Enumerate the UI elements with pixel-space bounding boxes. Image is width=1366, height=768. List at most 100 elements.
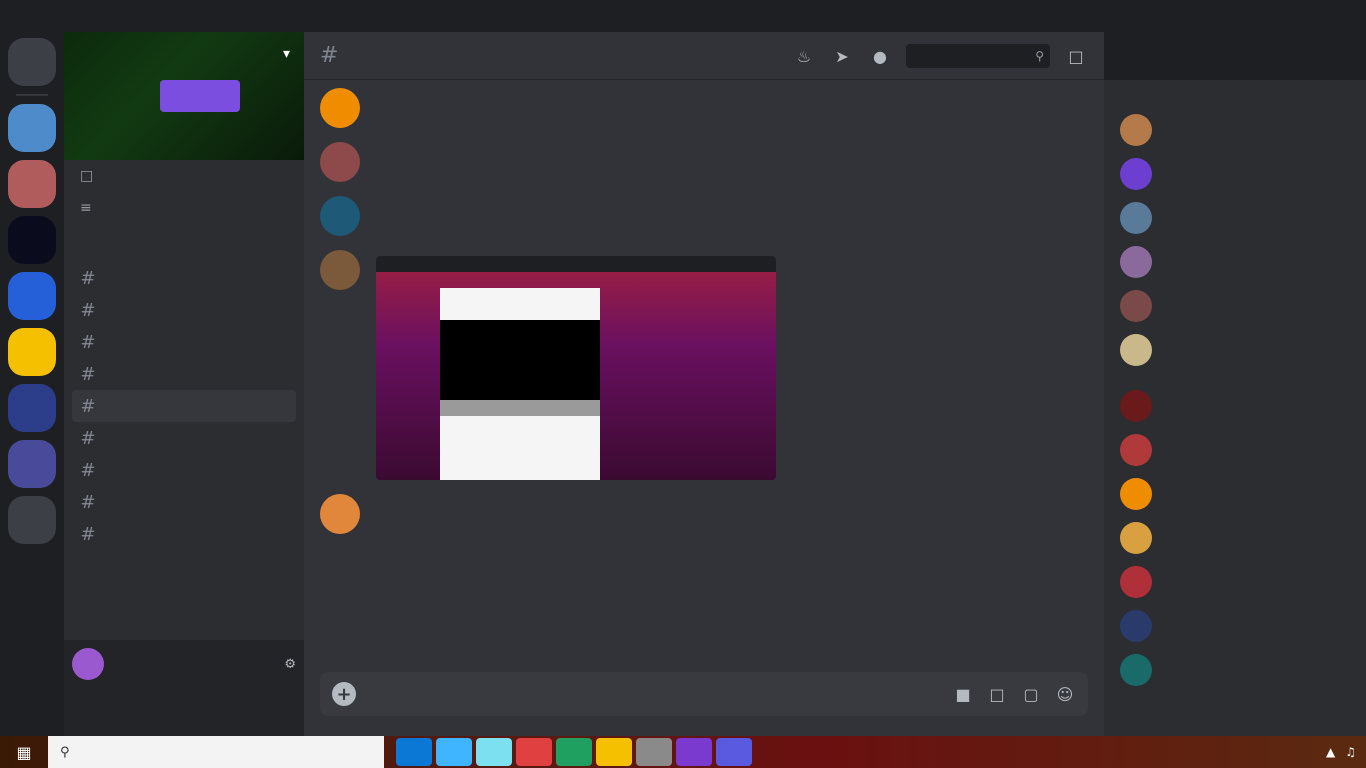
message[interactable] bbox=[320, 494, 1088, 534]
message[interactable] bbox=[320, 88, 1088, 128]
search-icon: ⚲ bbox=[1035, 49, 1044, 63]
member-avatar bbox=[1120, 202, 1152, 234]
channel-category[interactable] bbox=[64, 230, 304, 262]
member-item[interactable] bbox=[1112, 328, 1358, 372]
chevron-down-icon[interactable]: ▾ bbox=[283, 46, 290, 62]
sidebar-browse-link[interactable]: ≡ bbox=[64, 192, 304, 224]
channel-item-active[interactable]: # bbox=[72, 390, 296, 422]
member-item[interactable] bbox=[1112, 560, 1358, 604]
image-attachment[interactable] bbox=[376, 256, 776, 480]
channel-item[interactable]: # bbox=[72, 518, 296, 550]
author-avatar[interactable] bbox=[320, 494, 360, 534]
taskbar-app-icon[interactable] bbox=[476, 738, 512, 766]
server-icon[interactable] bbox=[8, 160, 56, 208]
message[interactable] bbox=[320, 196, 1088, 236]
server-icon[interactable] bbox=[8, 384, 56, 432]
member-item[interactable] bbox=[1112, 108, 1358, 152]
member-item[interactable] bbox=[1112, 284, 1358, 328]
taskbar-app-icon[interactable] bbox=[676, 738, 712, 766]
member-avatar bbox=[1120, 434, 1152, 466]
server-banner[interactable]: ▾ bbox=[64, 32, 304, 160]
start-button[interactable]: ▦ bbox=[0, 736, 48, 768]
taskbar-app-icon[interactable] bbox=[716, 738, 752, 766]
hash-icon: # bbox=[80, 331, 96, 353]
attachment-window bbox=[440, 288, 600, 480]
author-avatar[interactable] bbox=[320, 250, 360, 290]
title-bar bbox=[0, 0, 1366, 32]
user-row[interactable]: ⚙ bbox=[72, 648, 296, 680]
gif-icon[interactable]: □ bbox=[986, 683, 1008, 705]
member-item[interactable] bbox=[1112, 384, 1358, 428]
network-icon[interactable]: ▲ bbox=[1326, 745, 1335, 759]
volume-icon[interactable]: ♫ bbox=[1345, 745, 1356, 759]
member-avatar bbox=[1120, 522, 1152, 554]
taskbar-app-icon[interactable] bbox=[396, 738, 432, 766]
inbox-icon[interactable]: □ bbox=[1064, 44, 1088, 68]
member-avatar bbox=[1120, 334, 1152, 366]
hash-icon: # bbox=[80, 395, 96, 417]
system-tray: ▲ ♫ bbox=[1326, 745, 1366, 759]
server-icon[interactable] bbox=[8, 328, 56, 376]
user-avatar[interactable] bbox=[72, 648, 104, 680]
channel-item[interactable]: # bbox=[72, 486, 296, 518]
member-avatar bbox=[1120, 114, 1152, 146]
bell-icon[interactable]: ♨ bbox=[792, 44, 816, 68]
message[interactable] bbox=[320, 250, 1088, 480]
home-server-icon[interactable] bbox=[8, 38, 56, 86]
search-input[interactable]: ⚲ bbox=[906, 44, 1050, 68]
app-window: ▾ □ ≡ # # # # # # # # # ⚙ # ♨ ➤ ● ⚲ □ + … bbox=[0, 0, 1366, 768]
taskbar-search[interactable]: ⚲ bbox=[48, 736, 384, 768]
member-avatar bbox=[1120, 390, 1152, 422]
taskbar-app-icon[interactable] bbox=[556, 738, 592, 766]
settings-icon[interactable]: ⚙ bbox=[284, 657, 296, 672]
member-list bbox=[1104, 80, 1366, 736]
message[interactable] bbox=[320, 142, 1088, 182]
header-toolbar: ♨ ➤ ● ⚲ □ bbox=[792, 44, 1088, 68]
member-item[interactable] bbox=[1112, 648, 1358, 692]
hash-icon: # bbox=[80, 363, 96, 385]
members-icon[interactable]: ● bbox=[868, 44, 892, 68]
pin-icon[interactable]: ➤ bbox=[830, 44, 854, 68]
channel-item[interactable]: # bbox=[72, 422, 296, 454]
add-attachment-button[interactable]: + bbox=[332, 682, 356, 706]
taskbar-app-icon[interactable] bbox=[436, 738, 472, 766]
member-item[interactable] bbox=[1112, 516, 1358, 560]
emoji-icon[interactable]: ☺ bbox=[1054, 683, 1076, 705]
channel-item[interactable]: # bbox=[72, 294, 296, 326]
server-icon[interactable] bbox=[8, 496, 56, 544]
member-item[interactable] bbox=[1112, 604, 1358, 648]
sticker-icon[interactable]: ▢ bbox=[1020, 683, 1042, 705]
gift-icon[interactable]: ■ bbox=[952, 683, 974, 705]
member-item[interactable] bbox=[1112, 428, 1358, 472]
server-icon[interactable] bbox=[8, 216, 56, 264]
message-input[interactable] bbox=[368, 686, 940, 702]
banner-emoji bbox=[160, 80, 240, 112]
member-item[interactable] bbox=[1112, 196, 1358, 240]
author-avatar[interactable] bbox=[320, 142, 360, 182]
member-avatar bbox=[1120, 290, 1152, 322]
taskbar-app-icon[interactable] bbox=[636, 738, 672, 766]
user-panel: ⚙ bbox=[64, 640, 304, 736]
channel-item[interactable]: # bbox=[72, 326, 296, 358]
member-item[interactable] bbox=[1112, 472, 1358, 516]
channel-item[interactable]: # bbox=[72, 358, 296, 390]
server-icon[interactable] bbox=[8, 104, 56, 152]
channel-item[interactable]: # bbox=[72, 454, 296, 486]
hash-icon: # bbox=[80, 491, 96, 513]
member-item[interactable] bbox=[1112, 240, 1358, 284]
member-group-title bbox=[1112, 96, 1358, 108]
author-avatar[interactable] bbox=[320, 88, 360, 128]
channel-item[interactable]: # bbox=[72, 262, 296, 294]
chat-area: # ♨ ➤ ● ⚲ □ + ■ □ ▢ ☺ bbox=[304, 32, 1104, 736]
taskbar-app-icon[interactable] bbox=[516, 738, 552, 766]
member-item[interactable] bbox=[1112, 152, 1358, 196]
member-avatar bbox=[1120, 246, 1152, 278]
attachment-strip bbox=[440, 400, 600, 416]
member-avatar bbox=[1120, 566, 1152, 598]
server-icon[interactable] bbox=[8, 440, 56, 488]
sidebar-events-link[interactable]: □ bbox=[64, 160, 304, 192]
hash-icon: # bbox=[80, 267, 96, 289]
author-avatar[interactable] bbox=[320, 196, 360, 236]
server-icon[interactable] bbox=[8, 272, 56, 320]
taskbar-app-icon[interactable] bbox=[596, 738, 632, 766]
